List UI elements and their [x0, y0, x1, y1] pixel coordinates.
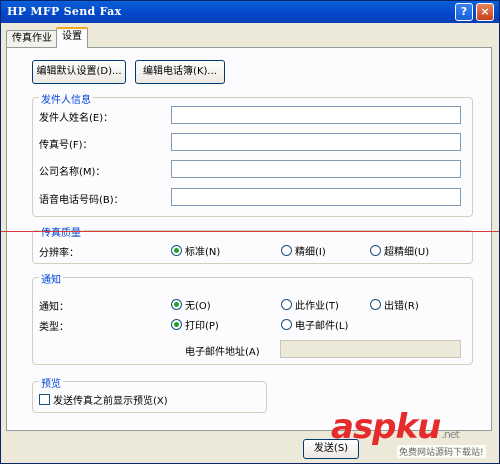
- email-address-field[interactable]: [280, 340, 461, 358]
- tab-settings[interactable]: 设置: [56, 27, 88, 48]
- radio-selected-icon: [171, 299, 182, 310]
- sender-name-label: 发件人姓名(E)：: [39, 113, 114, 124]
- resolution-fine-radio[interactable]: 精细(I): [281, 243, 326, 258]
- type-label: 类型：: [39, 322, 69, 333]
- type-print-label: 打印(P): [185, 321, 219, 332]
- company-name-input[interactable]: [172, 161, 460, 177]
- type-email-label: 电子邮件(L): [295, 321, 349, 332]
- window-title: HP MFP Send Fax: [7, 5, 122, 18]
- resolution-fine-label: 精细(I): [295, 247, 326, 258]
- watermark-brand: aspku: [331, 407, 441, 447]
- notify-error-label: 出错(R): [384, 301, 419, 312]
- show-preview-label: 发送传真之前显示预览(X): [53, 396, 168, 407]
- type-email-radio[interactable]: 电子邮件(L): [281, 317, 348, 332]
- watermark-suffix: .net: [441, 428, 460, 441]
- notify-this-job-label: 此作业(T): [295, 301, 339, 312]
- radio-icon: [370, 245, 381, 256]
- edit-phonebook-button[interactable]: 编辑电话簿(K)...: [135, 60, 225, 84]
- resolution-standard-label: 标准(N): [185, 247, 221, 258]
- fax-number-field[interactable]: [171, 133, 461, 151]
- resolution-standard-radio[interactable]: 标准(N): [171, 243, 220, 258]
- notify-this-job-radio[interactable]: 此作业(T): [281, 297, 339, 312]
- resolution-superfine-label: 超精细(U): [384, 247, 430, 258]
- radio-icon: [281, 319, 292, 330]
- sender-name-field[interactable]: [171, 106, 461, 124]
- tab-fax-job[interactable]: 传真作业: [6, 30, 58, 48]
- sender-name-input[interactable]: [172, 107, 460, 123]
- company-name-field[interactable]: [171, 160, 461, 178]
- radio-icon: [370, 299, 381, 310]
- voice-phone-field[interactable]: [171, 188, 461, 206]
- help-button[interactable]: ?: [455, 3, 473, 21]
- resolution-label: 分辨率：: [39, 248, 79, 259]
- notify-label: 通知：: [39, 302, 69, 313]
- company-name-label: 公司名称(M)：: [39, 167, 106, 178]
- radio-icon: [281, 245, 292, 256]
- resolution-superfine-radio[interactable]: 超精细(U): [370, 243, 429, 258]
- radio-selected-icon: [171, 245, 182, 256]
- notify-none-label: 无(O): [185, 301, 211, 312]
- type-print-radio[interactable]: 打印(P): [171, 317, 219, 332]
- notify-none-radio[interactable]: 无(O): [171, 297, 211, 312]
- sender-info-legend: 发件人信息: [39, 91, 93, 106]
- show-preview-checkbox[interactable]: 发送传真之前显示预览(X): [39, 392, 168, 407]
- radio-selected-icon: [171, 319, 182, 330]
- email-address-input[interactable]: [281, 341, 460, 357]
- notification-legend: 通知: [39, 271, 63, 286]
- watermark-logo: aspku.net 免费网站源码下载站!: [331, 407, 499, 463]
- fax-number-input[interactable]: [172, 134, 460, 150]
- radio-icon: [281, 299, 292, 310]
- close-button[interactable]: ×: [476, 3, 494, 21]
- edit-defaults-button[interactable]: 编辑默认设置(D)...: [32, 60, 126, 84]
- send-fax-dialog: HP MFP Send Fax ? × 传真作业 设置 编辑默认设置(D)...…: [0, 0, 500, 464]
- email-address-label: 电子邮件地址(A): [185, 347, 260, 358]
- preview-legend: 预览: [39, 375, 63, 390]
- voice-phone-input[interactable]: [172, 189, 460, 205]
- fax-number-label: 传真号(F)：: [39, 140, 93, 151]
- title-bar[interactable]: HP MFP Send Fax ? ×: [1, 1, 499, 23]
- notify-error-radio[interactable]: 出错(R): [370, 297, 419, 312]
- voice-phone-label: 语音电话号码(B)：: [39, 195, 124, 206]
- watermark-tagline: 免费网站源码下载站!: [397, 445, 486, 458]
- checkbox-icon: [39, 394, 50, 405]
- red-divider-line: [1, 231, 499, 232]
